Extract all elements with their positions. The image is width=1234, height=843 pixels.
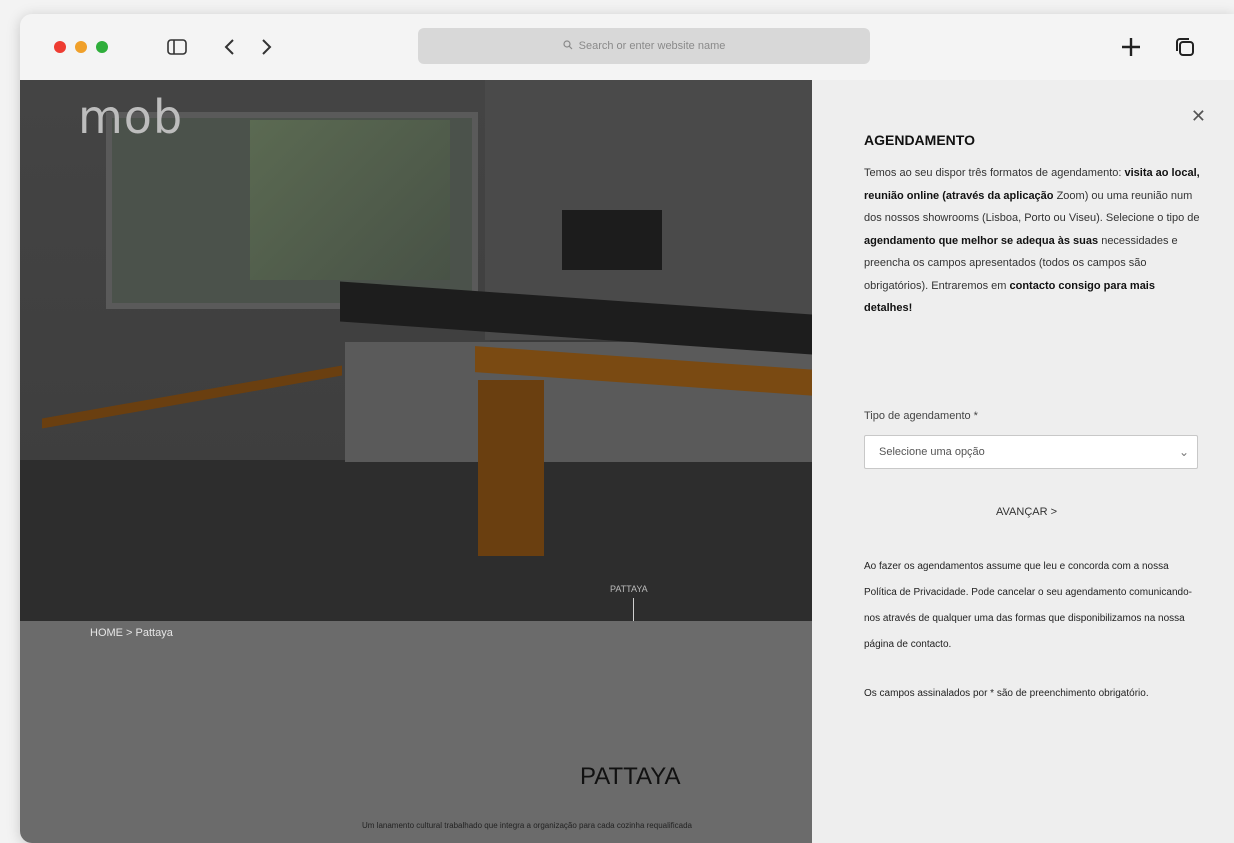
address-bar[interactable]: Search or enter website name — [418, 28, 870, 64]
page-title: PATTAYA — [580, 763, 681, 790]
hero-image: mob PATTAYA — [20, 80, 812, 621]
address-placeholder: Search or enter website name — [578, 40, 726, 52]
description-bold: agendamento que melhor se adequa às suas — [864, 234, 1099, 247]
required-note: Os campos assinalados por * são de preen… — [864, 688, 1149, 699]
chevron-right-icon: > — [1050, 506, 1058, 518]
next-button[interactable]: AVANÇAR > — [996, 506, 1057, 518]
booking-type-select[interactable]: Selecione uma opção ⌄ — [864, 435, 1198, 469]
description-part: Temos ao seu dispor três formatos de age… — [864, 167, 1125, 179]
page-body-overlay: HOME > Pattaya PATTAYA Um lanamento cult… — [20, 621, 812, 843]
chevron-left-icon[interactable] — [214, 32, 244, 62]
chevron-right-icon[interactable] — [252, 32, 282, 62]
tabs-icon[interactable] — [1170, 32, 1200, 62]
chevron-down-icon: ⌄ — [1178, 445, 1189, 459]
hero-oven — [562, 210, 662, 270]
modal-description: Temos ao seu dispor três formatos de age… — [864, 162, 1202, 320]
browser-toolbar: Search or enter website name — [20, 14, 1234, 81]
hero-tag: PATTAYA — [610, 584, 648, 594]
hero-floor — [20, 460, 812, 621]
page-content: mob PATTAYA HOME > Pattaya PATTAYA Um la… — [20, 80, 1234, 843]
modal-title: AGENDAMENTO — [864, 132, 975, 148]
maximize-window-button[interactable] — [96, 41, 108, 53]
sidebar-icon[interactable] — [162, 32, 192, 62]
site-logo[interactable]: mob — [78, 90, 183, 144]
plus-icon[interactable] — [1116, 32, 1146, 62]
search-icon — [563, 39, 573, 53]
booking-modal: ✕ AGENDAMENTO Temos ao seu dispor três f… — [812, 80, 1234, 843]
minimize-window-button[interactable] — [75, 41, 87, 53]
close-icon[interactable]: ✕ — [1191, 106, 1206, 127]
privacy-text: Ao fazer os agendamentos assume que leu … — [864, 561, 1192, 650]
breadcrumb[interactable]: HOME > Pattaya — [90, 627, 173, 639]
hero-window-view — [250, 120, 450, 280]
select-value: Selecione uma opção — [879, 446, 985, 458]
hero-wood-leg — [478, 380, 544, 556]
booking-type-label: Tipo de agendamento * — [864, 410, 978, 422]
next-label: AVANÇAR — [996, 506, 1048, 518]
browser-window: Search or enter website name mob PATTAYA — [20, 14, 1234, 843]
close-window-button[interactable] — [54, 41, 66, 53]
intro-text: Um lanamento cultural trabalhado que int… — [362, 821, 692, 830]
hero-divider — [633, 598, 634, 621]
